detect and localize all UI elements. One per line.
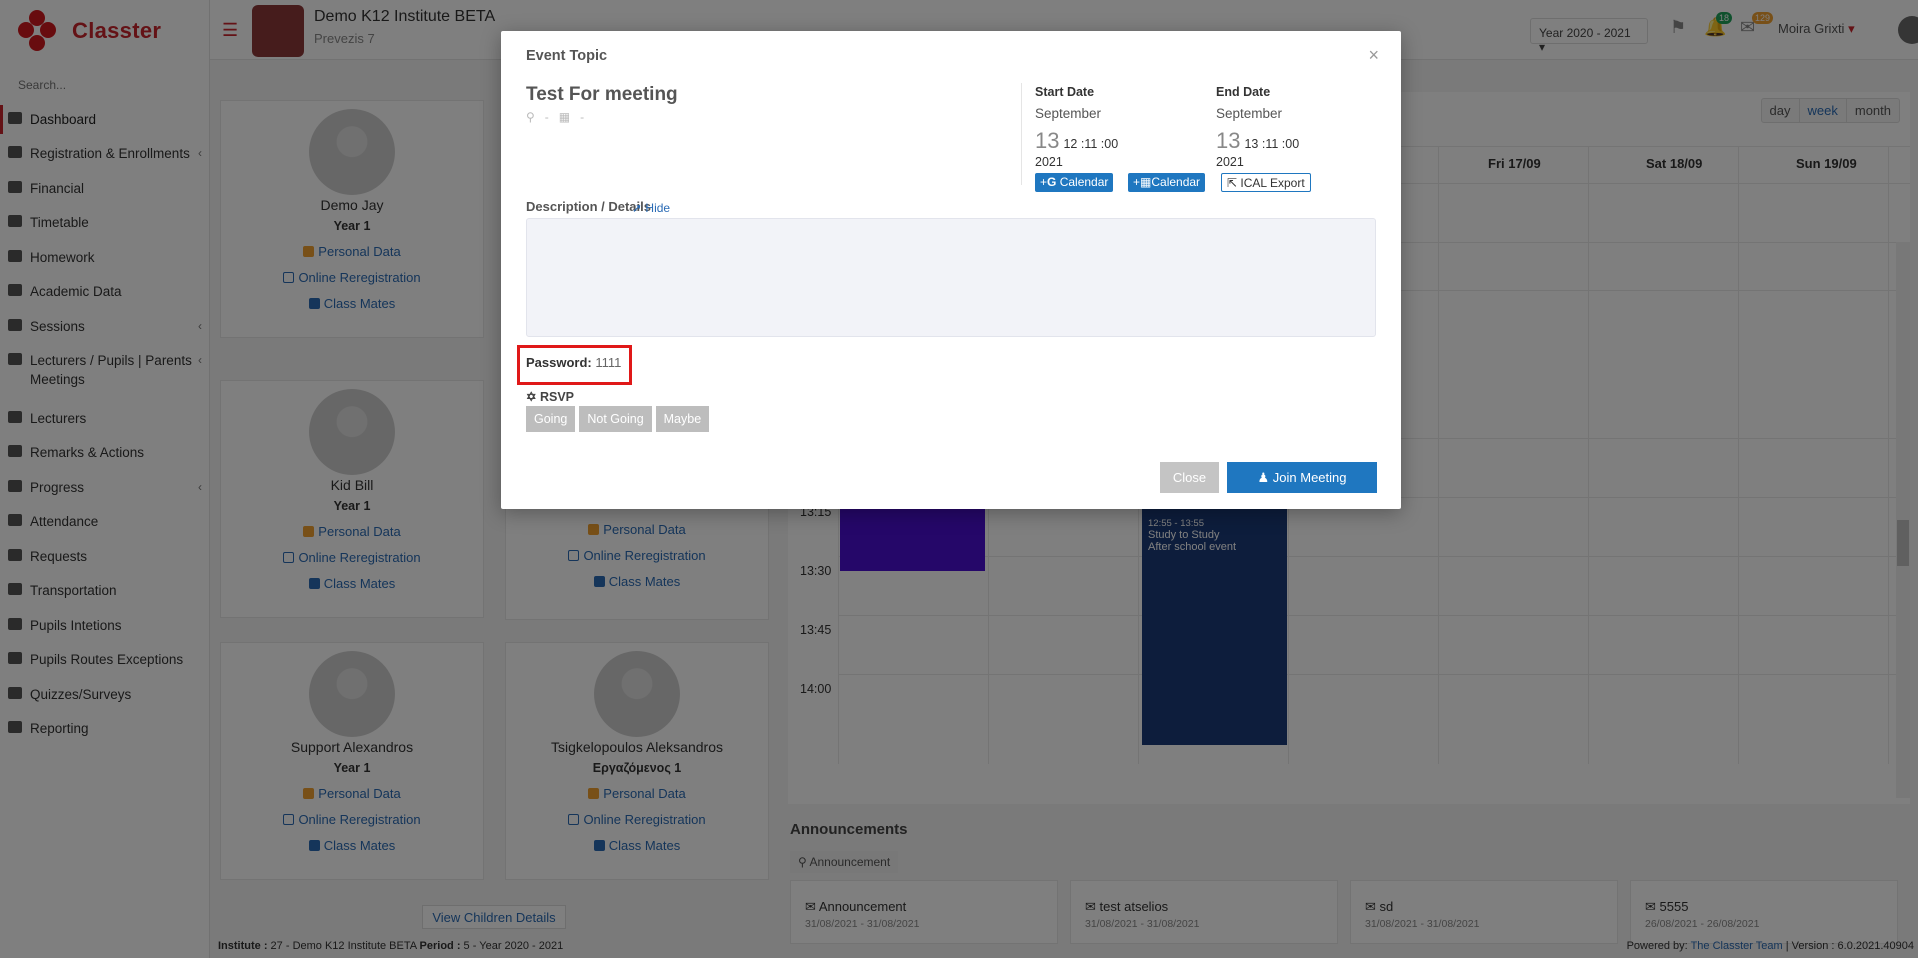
- users-icon: ♟: [1257, 470, 1270, 485]
- end-year: 2021: [1216, 155, 1244, 169]
- location-value: -: [544, 110, 549, 124]
- close-button[interactable]: Close: [1160, 462, 1219, 493]
- start-month: September: [1035, 106, 1102, 121]
- start-day: 13: [1035, 128, 1060, 153]
- rsvp-buttons: Going Not Going Maybe: [526, 406, 710, 432]
- ical-export-label: ICAL Export: [1240, 176, 1305, 190]
- outlook-calendar-button[interactable]: +▦Calendar: [1128, 173, 1206, 192]
- map-pin-icon: ⚲: [526, 110, 535, 124]
- rsvp-label-row: ✡ RSVP: [526, 389, 574, 404]
- outlook-calendar-label: Calendar: [1151, 175, 1201, 189]
- end-time: 13 :11 :00: [1244, 137, 1300, 151]
- event-topic-modal: Event Topic × Test For meeting ⚲ - ▦ - S…: [501, 31, 1401, 509]
- join-meeting-label: Join Meeting: [1272, 470, 1347, 485]
- building-icon: ▦: [558, 110, 571, 124]
- description-box: [526, 218, 1376, 337]
- start-date: Start Date September 13 12 :11 :00 2021: [1035, 85, 1165, 169]
- end-date-label: End Date: [1216, 85, 1271, 99]
- ical-export-button[interactable]: ⇱ ICAL Export: [1221, 173, 1311, 192]
- windows-icon: ▦: [1140, 175, 1152, 189]
- rsvp-label: RSVP: [539, 390, 575, 404]
- start-date-label: Start Date: [1035, 85, 1095, 99]
- google-icon: G: [1047, 175, 1057, 189]
- hide-label: Hide: [645, 201, 671, 215]
- rsvp-going-button[interactable]: Going: [526, 406, 576, 432]
- modal-title: Event Topic: [526, 48, 608, 64]
- app-root: Classter DashboardRegistration & Enrollm…: [0, 0, 1918, 958]
- password-highlight-box: [517, 345, 632, 385]
- event-topic-title: Test For meeting: [526, 84, 678, 105]
- export-icon: ⇱: [1227, 176, 1238, 190]
- start-year: 2021: [1035, 155, 1063, 169]
- google-calendar-button[interactable]: +G Calendar: [1035, 173, 1114, 192]
- start-time: 12 :11 :00: [1063, 137, 1119, 151]
- end-date: End Date September 13 13 :11 :00 2021: [1216, 85, 1346, 169]
- rsvp-maybe-button[interactable]: Maybe: [655, 406, 710, 432]
- hide-description-link[interactable]: ➚ Hide: [632, 201, 670, 215]
- walking-person-icon: ✡: [526, 390, 537, 404]
- end-day: 13: [1216, 128, 1241, 153]
- google-calendar-label: Calendar: [1059, 175, 1109, 189]
- end-month: September: [1216, 106, 1283, 121]
- room-value: -: [580, 110, 585, 124]
- close-icon[interactable]: ×: [1368, 45, 1379, 66]
- join-meeting-button[interactable]: ♟ Join Meeting: [1227, 462, 1377, 493]
- rsvp-not-going-button[interactable]: Not Going: [579, 406, 652, 432]
- divider: [1021, 83, 1022, 185]
- pin-icon: ➚: [632, 201, 643, 215]
- event-location: ⚲ - ▦ -: [526, 110, 584, 124]
